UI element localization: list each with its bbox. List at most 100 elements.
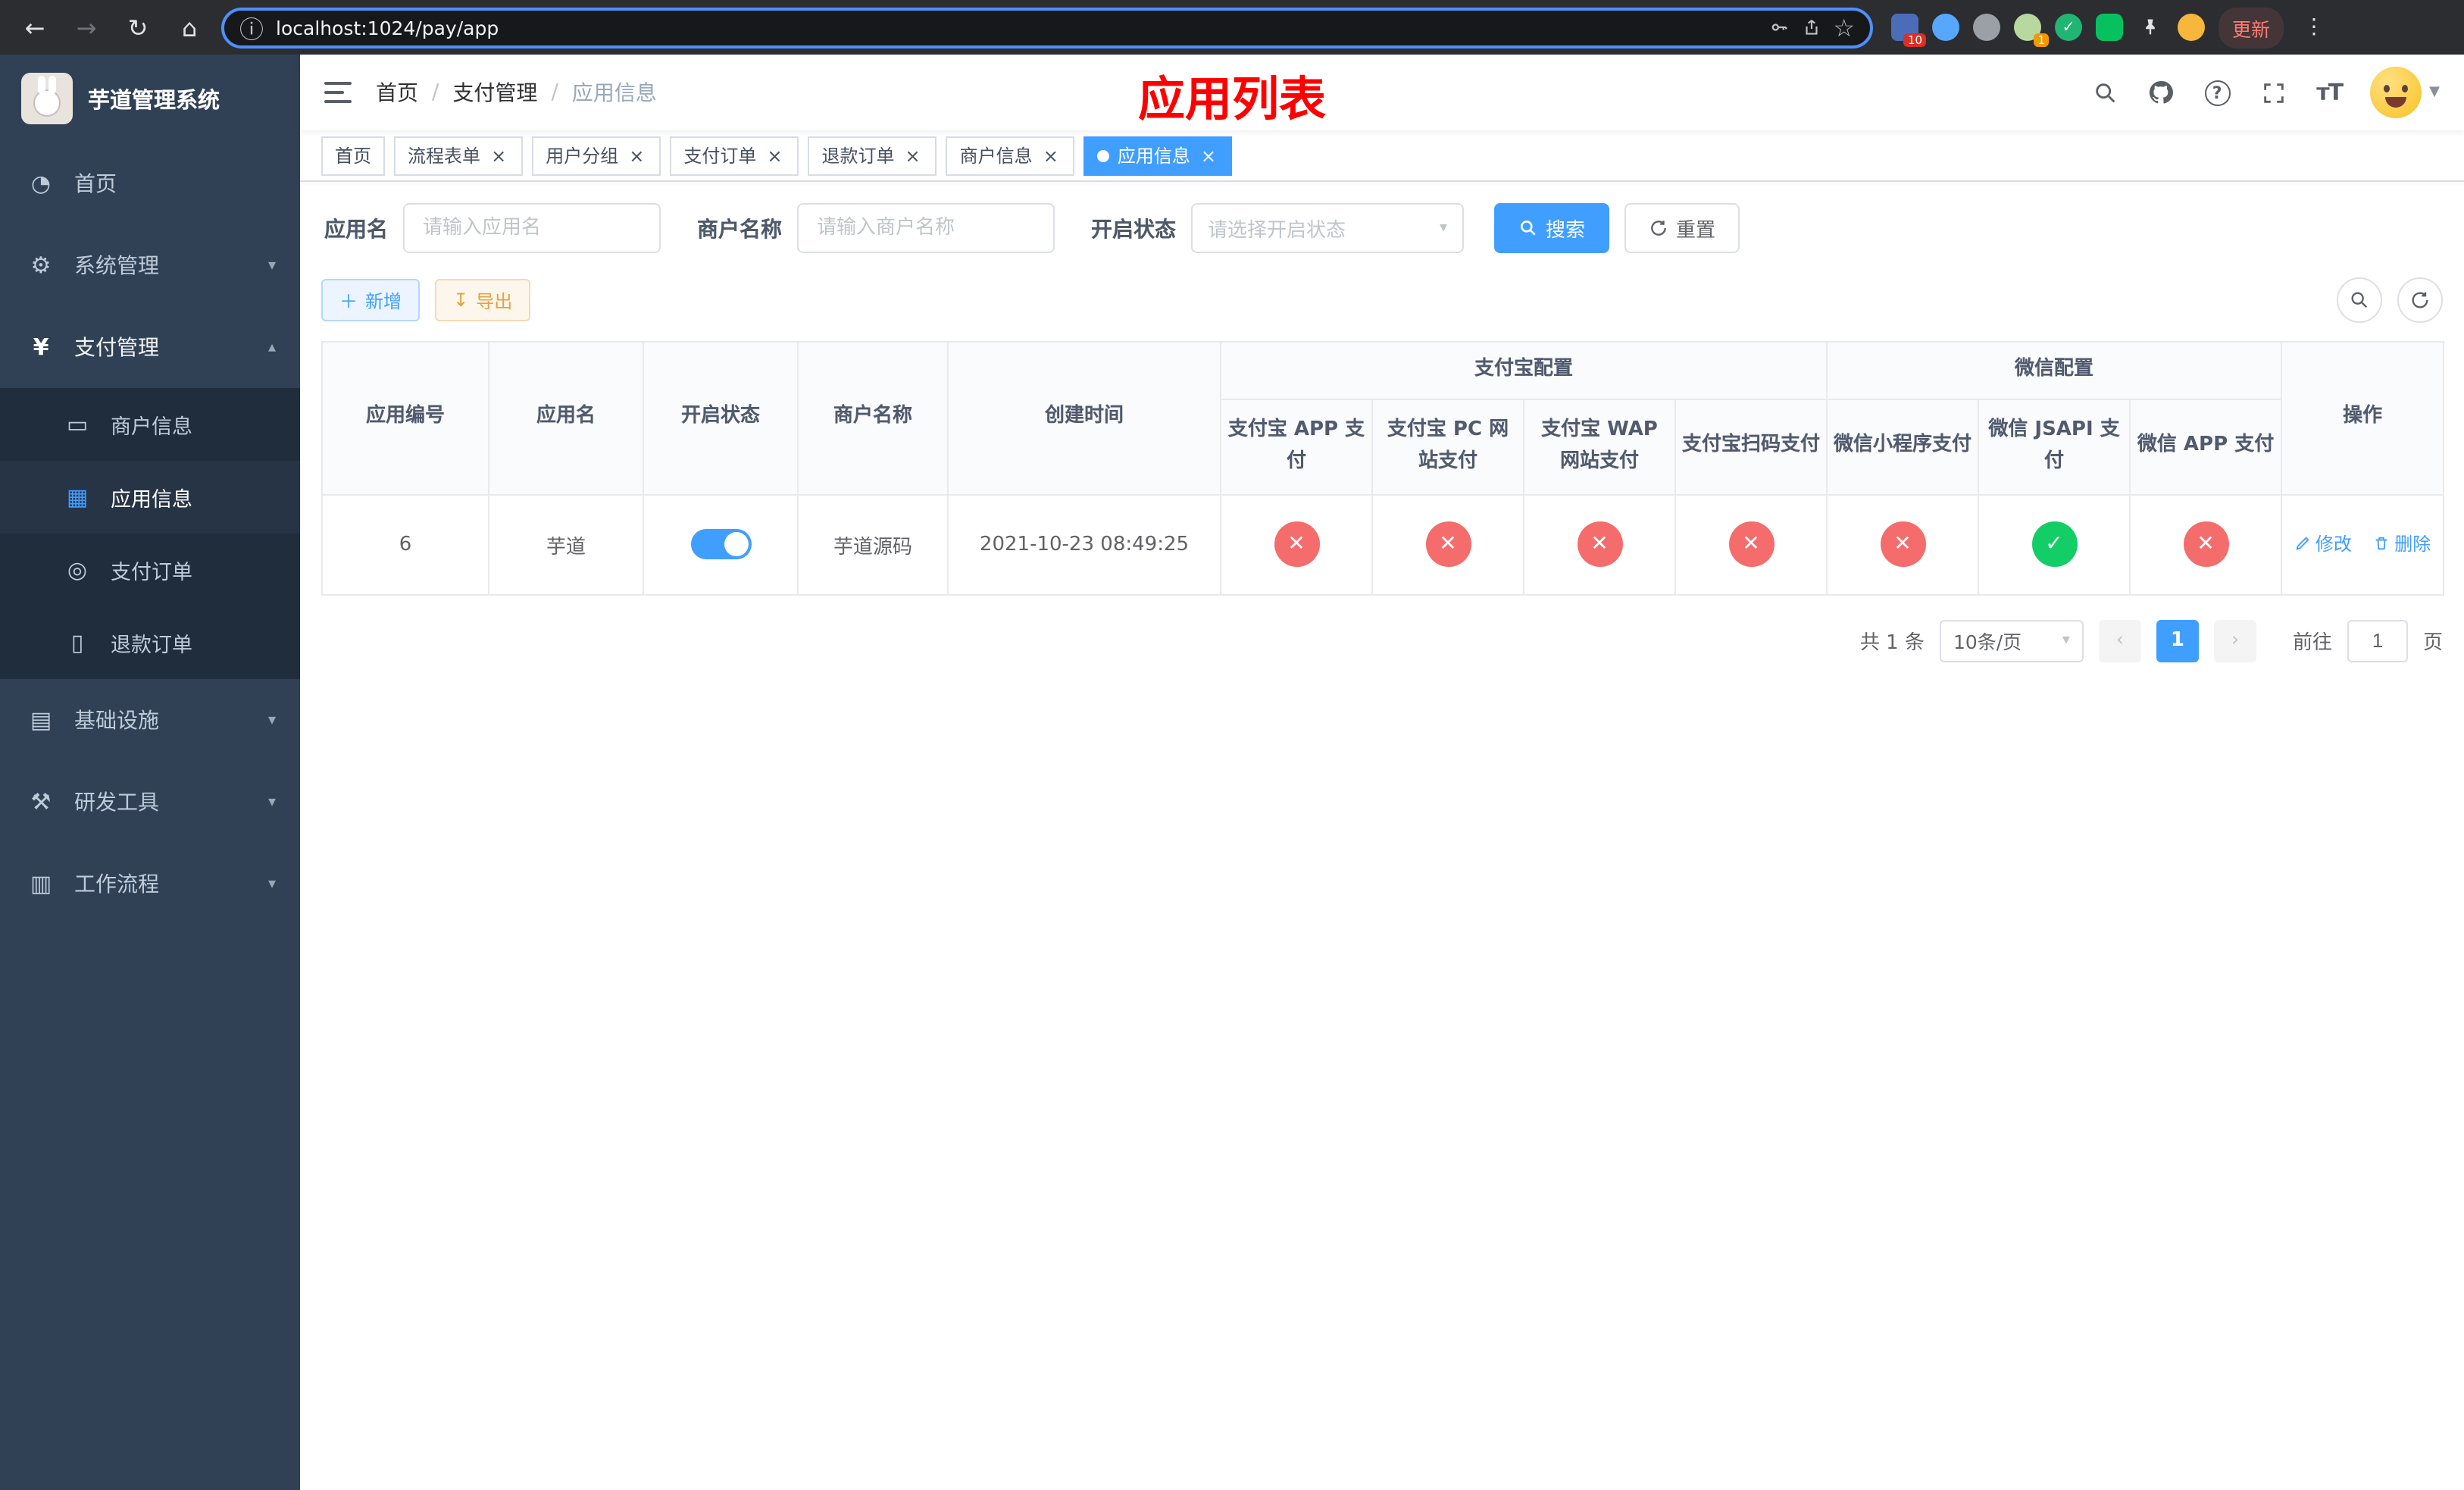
logo-avatar	[21, 73, 73, 124]
sidebar-item-infra[interactable]: ▤ 基础设施 ▾	[0, 679, 300, 761]
sidebar-item-merchant-info[interactable]: ▭ 商户信息	[0, 388, 300, 461]
next-page-button[interactable]: ›	[2213, 619, 2256, 662]
merchant-name-label: 商户名称	[697, 218, 782, 242]
chevron-down-icon: ▾	[1439, 220, 1447, 236]
font-size-icon[interactable]: ᴛT	[2314, 77, 2344, 108]
filter-form: 应用名 商户名称 开启状态 请选择开启状态 ▾ 搜索 重置	[321, 203, 2443, 253]
extension-badge: 10	[1903, 33, 1926, 47]
caret-down-icon: ▼	[2429, 85, 2440, 100]
total-count: 共 1 条	[1859, 632, 1925, 656]
col-alipay-wap: 支付宝 WAP 网站支付	[1523, 399, 1676, 496]
password-key-icon[interactable]	[1768, 17, 1789, 38]
col-alipay-app: 支付宝 APP 支付	[1220, 399, 1373, 496]
sidebar-item-dev-tools[interactable]: ⚒ 研发工具 ▾	[0, 761, 300, 843]
status-toggle[interactable]	[690, 529, 751, 560]
tab-user-group[interactable]: 用户分组 ×	[532, 136, 661, 175]
page-content: 应用名 商户名称 开启状态 请选择开启状态 ▾ 搜索 重置	[300, 182, 2464, 1490]
goto-page-input[interactable]	[2347, 619, 2408, 662]
col-group-alipay: 支付宝配置	[1219, 341, 1828, 400]
tab-pay-orders[interactable]: 支付订单 ×	[670, 136, 799, 175]
tab-process-form[interactable]: 流程表单 ×	[394, 136, 524, 175]
col-created: 创建时间	[947, 341, 1221, 496]
prev-page-button[interactable]: ‹	[2098, 619, 2141, 662]
fullscreen-icon[interactable]	[2258, 77, 2288, 108]
col-merchant: 商户名称	[797, 341, 949, 496]
browser-window: ← → ↻ ⌂ ⓘ localhost:1024/pay/app ☆ 10 1 …	[0, 0, 2464, 1490]
app-name-label: 应用名	[324, 218, 388, 242]
yen-icon: ¥	[33, 333, 49, 361]
edit-button[interactable]: 修改	[2294, 531, 2352, 556]
close-icon[interactable]: ×	[626, 145, 647, 166]
share-icon[interactable]	[1801, 17, 1821, 37]
sidebar-item-pay-orders[interactable]: ◎ 支付订单	[0, 534, 300, 606]
add-button[interactable]: ＋ 新增	[321, 279, 421, 321]
sidebar: 芋道管理系统 ◔ 首页 ⚙ 系统管理 ▾ ¥ 支付管理 ▴ ▭ 商户信息 ▦ 应…	[0, 55, 300, 1490]
home-icon[interactable]: ⌂	[170, 8, 209, 47]
pin-icon[interactable]	[2137, 14, 2164, 41]
url-text[interactable]: localhost:1024/pay/app	[276, 16, 1756, 39]
back-icon[interactable]: ←	[15, 8, 55, 47]
close-icon[interactable]: ×	[902, 145, 924, 166]
col-group-wechat: 微信配置	[1826, 341, 2283, 400]
sidebar-item-app-info[interactable]: ▦ 应用信息	[0, 461, 300, 534]
breadcrumb-payment[interactable]: 支付管理	[452, 77, 537, 108]
tab-refund-orders[interactable]: 退款订单 ×	[808, 136, 937, 175]
col-alipay-pc: 支付宝 PC 网站支付	[1371, 399, 1524, 496]
reset-button[interactable]: 重置	[1624, 203, 1740, 253]
sidebar-item-refund-orders[interactable]: ▯ 退款订单	[0, 606, 300, 679]
github-icon[interactable]	[2146, 77, 2176, 108]
extension-gray-icon[interactable]	[1973, 14, 2000, 41]
browser-menu-icon[interactable]: ⋮	[2297, 15, 2331, 39]
col-alipay-qr: 支付宝扫码支付	[1674, 399, 1828, 496]
site-info-icon[interactable]: ⓘ	[239, 9, 264, 45]
refresh-button[interactable]	[2397, 277, 2443, 323]
chevron-down-icon: ▾	[267, 712, 276, 728]
tab-app-info[interactable]: 应用信息 ×	[1083, 136, 1233, 175]
toolbox-icon: ⚒	[30, 788, 52, 815]
payment-submenu: ▭ 商户信息 ▦ 应用信息 ◎ 支付订单 ▯ 退款订单	[0, 388, 300, 679]
page-size-select[interactable]: 10条/页 ▾	[1939, 619, 2084, 662]
sidebar-item-workflow[interactable]: ▥ 工作流程 ▾	[0, 843, 300, 925]
close-icon[interactable]: ×	[488, 145, 509, 166]
extension-chat-icon[interactable]	[2096, 14, 2123, 41]
help-icon[interactable]: ?	[2202, 77, 2232, 108]
status-select[interactable]: 请选择开启状态 ▾	[1191, 203, 1464, 253]
tab-home[interactable]: 首页	[321, 136, 386, 175]
forward-icon[interactable]: →	[67, 8, 106, 47]
user-menu[interactable]: ▼	[2370, 67, 2440, 118]
cell-merchant: 芋道源码	[797, 493, 949, 596]
tags-view: 首页 流程表单 × 用户分组 × 支付订单 × 退款订单 × 商户信息 × 应用…	[300, 130, 2464, 182]
page-title: 应用列表	[1138, 73, 1326, 127]
col-actions: 操作	[2281, 341, 2445, 496]
extension-emoji-icon[interactable]	[2178, 14, 2205, 41]
app-name-input[interactable]	[403, 203, 661, 253]
extension-check-icon[interactable]: ✓	[2055, 14, 2082, 41]
delete-button[interactable]: 删除	[2373, 531, 2431, 556]
sidebar-item-system[interactable]: ⚙ 系统管理 ▾	[0, 224, 300, 306]
extension-grid-icon[interactable]: 10	[1891, 14, 1926, 47]
export-button[interactable]: ↧ 导出	[435, 279, 531, 321]
sidebar-toggle-icon[interactable]	[324, 82, 352, 103]
alipay-wap-status-icon: ✕	[1577, 521, 1622, 568]
sidebar-item-home[interactable]: ◔ 首页	[0, 142, 300, 224]
close-icon[interactable]: ×	[764, 145, 785, 166]
wechat-lite-status-icon: ✕	[1880, 521, 1926, 568]
search-button[interactable]: 搜索	[1494, 203, 1610, 253]
col-wechat-app: 微信 APP 支付	[2129, 399, 2283, 496]
page-1-button[interactable]: 1	[2156, 619, 2199, 662]
reload-icon[interactable]: ↻	[118, 8, 158, 47]
close-icon[interactable]: ×	[1040, 145, 1062, 166]
merchant-name-input[interactable]	[797, 203, 1055, 253]
table-toolbar: ＋ 新增 ↧ 导出	[321, 277, 2443, 323]
bookmark-star-icon[interactable]: ☆	[1833, 13, 1855, 42]
sidebar-item-payment[interactable]: ¥ 支付管理 ▴	[0, 306, 300, 388]
extension-avatar-icon[interactable]: 1	[2014, 14, 2049, 47]
close-icon[interactable]: ×	[1198, 145, 1219, 166]
tab-merchant-info[interactable]: 商户信息 ×	[946, 136, 1075, 175]
extension-drop-icon[interactable]	[1932, 14, 1959, 41]
search-icon[interactable]	[2090, 77, 2120, 108]
show-search-button[interactable]	[2337, 277, 2382, 323]
address-bar[interactable]: ⓘ localhost:1024/pay/app ☆	[221, 7, 1873, 48]
breadcrumb-home[interactable]: 首页	[376, 77, 418, 108]
update-button[interactable]: 更新	[2219, 7, 2284, 48]
